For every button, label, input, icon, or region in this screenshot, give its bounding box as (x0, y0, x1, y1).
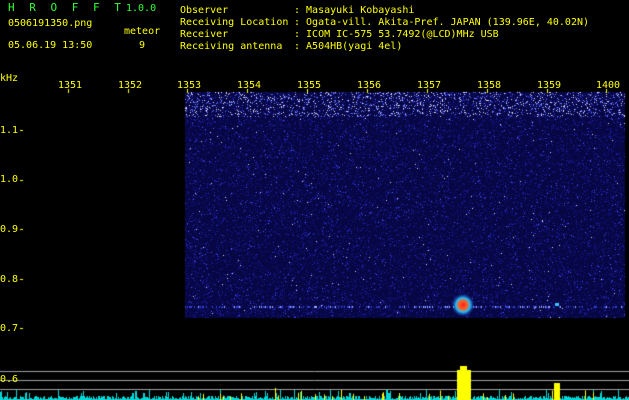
y-axis-unit: kHz (0, 73, 19, 84)
x-tick-label: 1355 (297, 80, 322, 91)
x-tick-label: 1351 (58, 80, 83, 91)
app-title: H R O F F T (8, 1, 125, 14)
meteor-label: meteor (124, 26, 161, 37)
x-tick-label: 1400 (596, 80, 621, 91)
receiver-value: : ICOM IC-575 53.7492(@LCD)MHz USB (294, 29, 499, 40)
x-tick-label: 1354 (237, 80, 262, 91)
x-tick-label: 1358 (477, 80, 502, 91)
y-tick-label: 0.8 (0, 274, 19, 285)
y-tick-label: 0.7 (0, 323, 19, 334)
x-tick-label: 1356 (357, 80, 382, 91)
spectrogram-canvas (0, 0, 629, 400)
location-label: Receiving Location (180, 17, 289, 28)
capture-datetime: 05.06.19 13:50 (8, 40, 93, 51)
x-tick-label: 1359 (537, 80, 562, 91)
observer-label: Observer (180, 5, 229, 16)
meteor-count: 9 (139, 40, 146, 51)
x-tick-label: 1353 (177, 80, 202, 91)
y-tick-label: 0.9 (0, 224, 19, 235)
x-tick-label: 1357 (417, 80, 442, 91)
antenna-value: : A504HB(yagi 4el) (294, 41, 403, 52)
y-tick-label: 1.0 (0, 174, 19, 185)
antenna-label: Receiving antenna (180, 41, 283, 52)
app-version: 1.0.0 (126, 3, 157, 14)
file-name: 0506191350.png (8, 18, 93, 29)
x-tick-label: 1352 (118, 80, 143, 91)
location-value: : Ogata-vill. Akita-Pref. JAPAN (139.96E… (294, 17, 590, 28)
observer-value: : Masayuki Kobayashi (294, 5, 415, 16)
y-tick-label: 1.1 (0, 125, 19, 136)
y-tick-label: 0.6 (0, 374, 19, 385)
receiver-label: Receiver (180, 29, 229, 40)
